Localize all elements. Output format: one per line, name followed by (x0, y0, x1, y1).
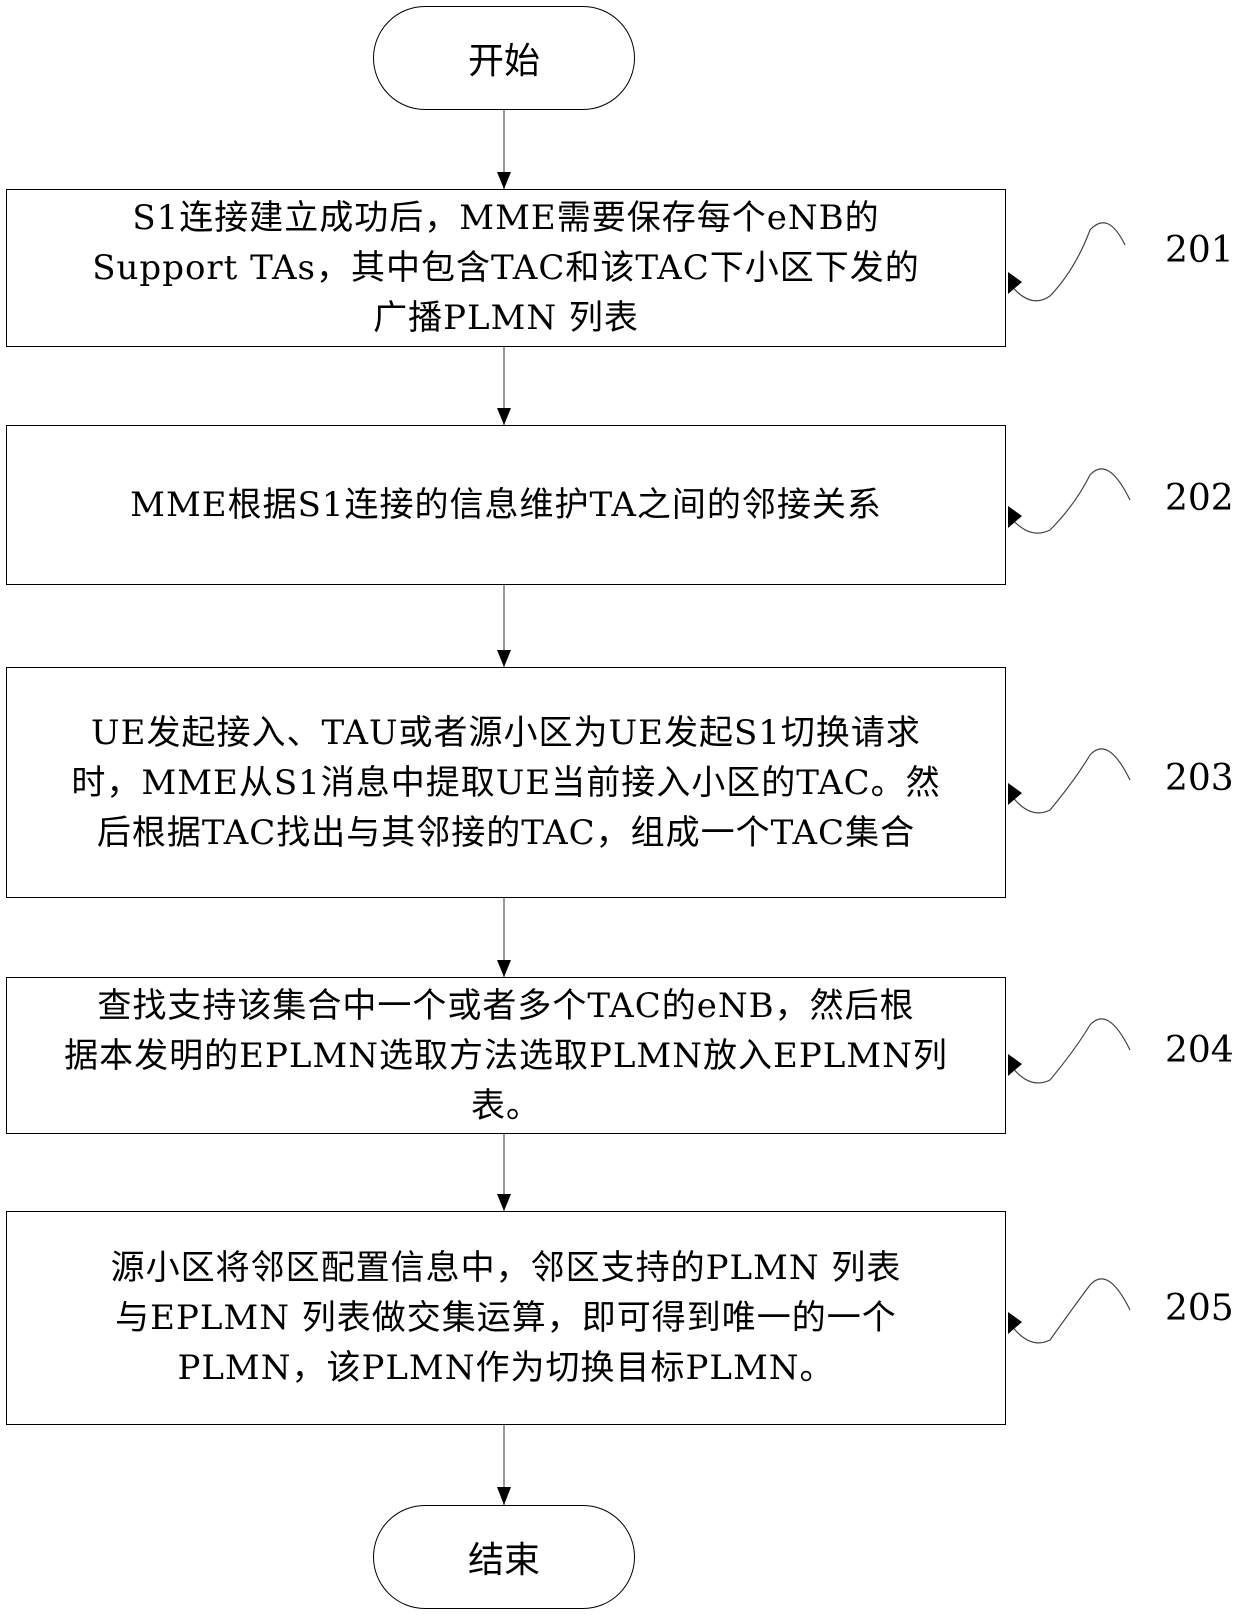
ref-label-203: 203 (1165, 758, 1234, 799)
step-line: 与EPLMN 列表做交集运算，即可得到唯一的一个 (115, 1298, 897, 1338)
step-line: 后根据TAC找出与其邻接的TAC，组成一个TAC集合 (96, 812, 916, 853)
ref-label-202: 202 (1165, 478, 1234, 519)
step-line: 广播PLMN 列表 (373, 298, 639, 338)
step-line: MME根据S1连接的信息维护TA之间的邻接关系 (130, 485, 882, 525)
step-line: 源小区将邻区配置信息中，邻区支持的PLMN 列表 (110, 1248, 902, 1288)
step-text-202: MME根据S1连接的信息维护TA之间的邻接关系 (130, 480, 882, 530)
leader-arrowhead-icon (1008, 1054, 1022, 1076)
step-line: Support TAs，其中包含TAC和该TAC下小区下发的 (92, 248, 920, 288)
step-line: UE发起接入、TAU或者源小区为UE发起S1切换请求 (91, 712, 921, 753)
leader-line-201 (1008, 222, 1126, 302)
arrowhead-icon (497, 1194, 511, 1211)
leader-line-205 (1008, 1278, 1131, 1344)
ref-label-201: 201 (1165, 230, 1234, 271)
ref-label-204: 204 (1165, 1030, 1234, 1071)
step-line: 表。 (470, 1085, 541, 1126)
arrowhead-icon (497, 1487, 511, 1505)
step-text-201: S1连接建立成功后，MME需要保存每个eNB的 Support TAs，其中包含… (92, 193, 920, 343)
start-terminator: 开始 (373, 6, 635, 110)
start-label: 开始 (467, 41, 540, 82)
step-text-204: 查找支持该集合中一个或者多个TAC的eNB，然后根 据本发明的EPLMN选取方法… (64, 981, 948, 1131)
end-label: 结束 (467, 1540, 540, 1581)
arrowhead-icon (497, 172, 511, 189)
arrowhead-icon (497, 650, 511, 667)
step-line: S1连接建立成功后，MME需要保存每个eNB的 (132, 198, 880, 238)
step-line: PLMN，该PLMN作为切换目标PLMN。 (177, 1348, 835, 1388)
leader-arrowhead-icon (1008, 783, 1022, 805)
arrowhead-icon (497, 960, 511, 977)
step-line: 查找支持该集合中一个或者多个TAC的eNB，然后根 (97, 985, 915, 1026)
step-box-203: UE发起接入、TAU或者源小区为UE发起S1切换请求 时，MME从S1消息中提取… (6, 667, 1006, 898)
end-terminator: 结束 (373, 1505, 635, 1609)
ref-label-205: 205 (1165, 1288, 1234, 1329)
step-box-205: 源小区将邻区配置信息中，邻区支持的PLMN 列表 与EPLMN 列表做交集运算，… (6, 1211, 1006, 1425)
step-text-205: 源小区将邻区配置信息中，邻区支持的PLMN 列表 与EPLMN 列表做交集运算，… (111, 1243, 902, 1393)
step-line: 时，MME从S1消息中提取UE当前接入小区的TAC。然 (71, 762, 941, 803)
leader-line-202 (1008, 468, 1131, 534)
step-text-203: UE发起接入、TAU或者源小区为UE发起S1切换请求 时，MME从S1消息中提取… (71, 708, 940, 858)
leader-line-203 (1008, 748, 1131, 814)
arrowhead-icon (497, 408, 511, 425)
step-box-202: MME根据S1连接的信息维护TA之间的邻接关系 (6, 425, 1006, 585)
step-line: 据本发明的EPLMN选取方法选取PLMN放入EPLMN列 (64, 1035, 948, 1076)
step-box-204: 查找支持该集合中一个或者多个TAC的eNB，然后根 据本发明的EPLMN选取方法… (6, 977, 1006, 1134)
leader-arrowhead-icon (1008, 506, 1022, 528)
leader-line-204 (1008, 1018, 1131, 1084)
step-box-201: S1连接建立成功后，MME需要保存每个eNB的 Support TAs，其中包含… (6, 189, 1006, 347)
